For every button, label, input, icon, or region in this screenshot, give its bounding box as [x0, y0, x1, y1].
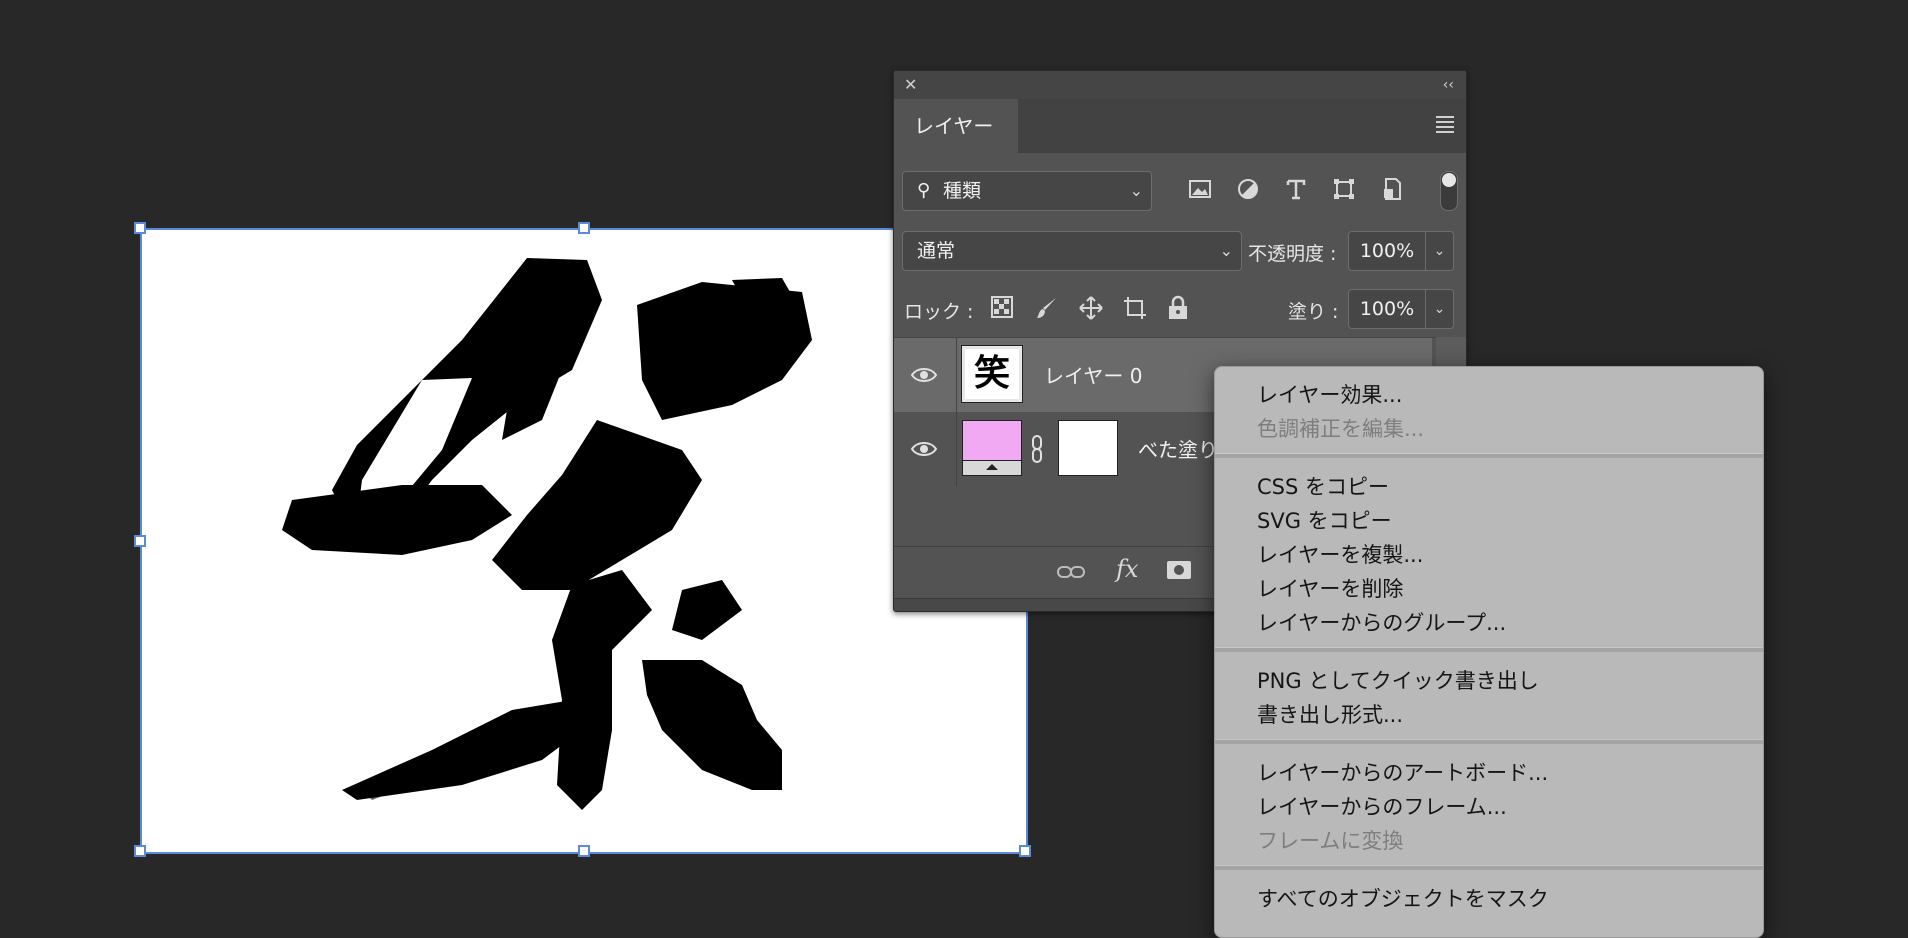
type-filter-icon[interactable]	[1282, 175, 1310, 203]
smart-object-filter-icon[interactable]	[1378, 175, 1406, 203]
blend-mode-dropdown[interactable]: 通常 ⌄	[902, 231, 1242, 271]
menu-item-quick-export-png[interactable]: PNG としてクイック書き出し	[1257, 665, 1539, 695]
fill-adjustment-bar	[963, 460, 1021, 475]
context-menu: レイヤー効果... 色調補正を編集... CSS をコピー SVG をコピー レ…	[1214, 366, 1764, 938]
collapse-panel-icon[interactable]: ‹‹	[1443, 77, 1454, 93]
menu-separator	[1215, 647, 1763, 652]
opacity-label: 不透明度 :	[1248, 243, 1337, 265]
transform-handle[interactable]	[578, 222, 590, 234]
blend-mode-value: 通常	[917, 240, 956, 262]
layer-filter-dropdown[interactable]: ⚲ 種類 ⌄	[902, 171, 1152, 211]
filter-toggle-knob	[1442, 173, 1456, 187]
link-layers-icon[interactable]	[1056, 561, 1086, 583]
opacity-slider-toggle[interactable]: ⌄	[1426, 231, 1454, 271]
transform-handle[interactable]	[134, 845, 146, 857]
transform-handle[interactable]	[1019, 845, 1031, 857]
menu-item-edit-adjustment: 色調補正を編集...	[1257, 417, 1425, 441]
menu-item-artboard-from-layers[interactable]: レイヤーからのアートボード...	[1257, 757, 1548, 787]
menu-item-export-as[interactable]: 書き出し形式...	[1257, 699, 1403, 729]
layer-name[interactable]: レイヤー 0	[1044, 360, 1142, 389]
opacity-input[interactable]: 100%	[1348, 231, 1426, 271]
add-mask-icon[interactable]	[1166, 559, 1192, 581]
fill-input[interactable]: 100%	[1348, 289, 1426, 329]
panel-menu-icon[interactable]	[1436, 113, 1454, 136]
image-filter-icon[interactable]	[1186, 175, 1214, 203]
lock-image-pixels-icon[interactable]	[1034, 295, 1060, 321]
layer-name[interactable]: べた塗り	[1138, 434, 1218, 463]
panel-title-bar: ✕ ‹‹	[894, 71, 1466, 99]
menu-item-frame-from-layers[interactable]: レイヤーからのフレーム...	[1257, 791, 1507, 821]
menu-separator	[1215, 453, 1763, 458]
layer-thumbnail-glyph: 笑	[973, 353, 1010, 394]
menu-item-layer-effects[interactable]: レイヤー効果...	[1257, 379, 1402, 409]
eye-icon[interactable]	[910, 439, 938, 459]
layer-thumbnail[interactable]: 笑	[961, 345, 1023, 403]
layer-divider	[956, 338, 957, 412]
menu-item-copy-css[interactable]: CSS をコピー	[1257, 471, 1389, 501]
menu-item-delete-layer[interactable]: レイヤーを削除	[1257, 573, 1403, 603]
fill-adjustment-marker	[986, 464, 998, 470]
lock-transparent-pixels-icon[interactable]	[990, 295, 1014, 319]
fill-label: 塗り :	[1288, 301, 1339, 323]
menu-item-convert-to-frame: フレームに変換	[1257, 829, 1404, 853]
menu-item-group-from-layers[interactable]: レイヤーからのグループ...	[1257, 607, 1506, 637]
lock-position-icon[interactable]	[1078, 295, 1104, 321]
lock-label: ロック :	[904, 301, 974, 323]
panel-tab-bar: レイヤー	[894, 99, 1466, 153]
chevron-down-icon: ⌄	[1219, 241, 1233, 260]
shape-filter-icon[interactable]	[1330, 175, 1358, 203]
menu-separator	[1215, 739, 1763, 744]
transform-handle[interactable]	[134, 222, 146, 234]
transform-handle[interactable]	[578, 845, 590, 857]
tab-layers[interactable]: レイヤー	[894, 99, 1018, 153]
fill-slider-toggle[interactable]: ⌄	[1426, 289, 1454, 329]
adjustment-filter-icon[interactable]	[1234, 175, 1262, 203]
menu-item-copy-svg[interactable]: SVG をコピー	[1257, 505, 1392, 535]
chevron-down-icon: ⌄	[1129, 181, 1143, 200]
filter-toggle[interactable]	[1440, 171, 1458, 211]
search-icon: ⚲	[917, 180, 931, 201]
lock-all-icon[interactable]	[1166, 295, 1190, 321]
layer-divider	[956, 412, 957, 486]
close-icon[interactable]: ✕	[904, 75, 917, 94]
fx-icon[interactable]: fx	[1116, 555, 1138, 583]
eye-icon[interactable]	[910, 365, 938, 385]
menu-item-duplicate-layer[interactable]: レイヤーを複製...	[1257, 539, 1423, 569]
transform-handle[interactable]	[134, 535, 146, 547]
menu-item-mask-all-objects[interactable]: すべてのオブジェクトをマスク	[1257, 883, 1549, 913]
menu-separator	[1215, 865, 1763, 870]
link-icon[interactable]	[1030, 434, 1044, 464]
filter-kind-label: 種類	[943, 180, 982, 202]
layer-mask-thumbnail[interactable]	[1058, 420, 1118, 476]
lock-artboard-icon[interactable]	[1122, 295, 1148, 321]
fill-color-thumbnail[interactable]	[962, 420, 1022, 476]
